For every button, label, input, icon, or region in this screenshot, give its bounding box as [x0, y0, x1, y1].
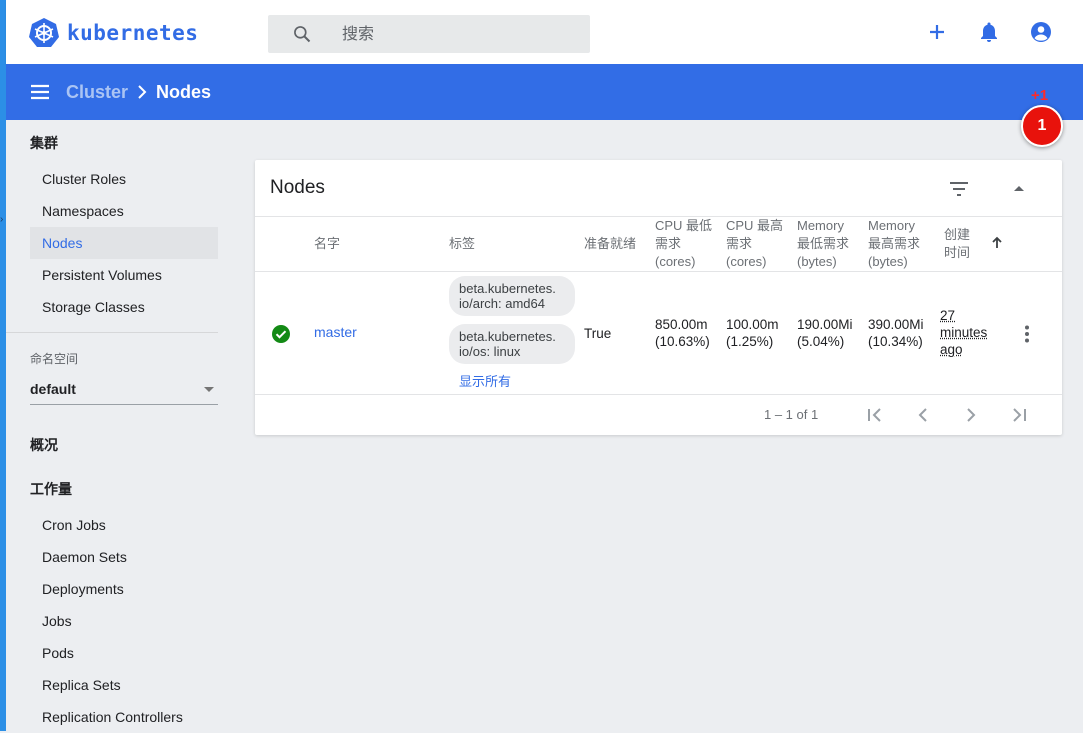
header-line: 时间: [944, 245, 971, 260]
column-header-cpu-limits: CPU 最高 需求 (cores): [726, 217, 783, 271]
label-chip: beta.kubernetes. io/os: linux: [449, 324, 575, 364]
created-value[interactable]: 27 minutes ago: [940, 307, 987, 358]
menu-icon[interactable]: [28, 80, 52, 104]
header-line: Memory: [868, 218, 915, 233]
breadcrumb-current: Nodes: [156, 82, 212, 102]
header-line: (bytes): [868, 254, 908, 269]
search-box[interactable]: [268, 15, 590, 55]
cpu-limits-value: 100.00m (1.25%): [726, 316, 779, 350]
collapse-up-icon[interactable]: [1007, 177, 1031, 201]
namespace-value: default: [30, 381, 76, 397]
column-header-memory-requests: Memory 最低需求 (bytes): [797, 217, 849, 271]
sidebar-divider: [6, 332, 218, 333]
sidebar-item-pods[interactable]: Pods: [30, 637, 218, 669]
card-title: Nodes: [270, 177, 325, 198]
value-line: (5.04%): [797, 334, 845, 349]
bell-icon[interactable]: [977, 20, 1001, 44]
check-circle-icon: [272, 325, 290, 343]
sidebar-heading-workloads[interactable]: 工作量: [30, 479, 72, 499]
nodes-card: Nodes 名字 标签 准备就绪 CPU 最低 需求 (cores) CPU 最…: [255, 160, 1062, 435]
namespace-select[interactable]: default: [30, 374, 218, 405]
sidebar-item-replication-controllers[interactable]: Replication Controllers: [30, 701, 218, 733]
sidebar-item-jobs[interactable]: Jobs: [30, 605, 218, 637]
header-line: 需求: [655, 236, 682, 251]
column-header-name[interactable]: 名字: [314, 235, 340, 253]
breadcrumb-cluster[interactable]: Cluster: [66, 82, 128, 103]
column-header-divider: [255, 271, 1062, 272]
label-line: io/os: linux: [459, 344, 521, 359]
memory-limits-value: 390.00Mi (10.34%): [868, 316, 924, 350]
sidebar-item-replica-sets[interactable]: Replica Sets: [30, 669, 218, 701]
sidebar-item-namespaces[interactable]: Namespaces: [30, 195, 218, 227]
logo-text[interactable]: kubernetes: [67, 21, 198, 45]
sidebar-item-cluster-roles[interactable]: Cluster Roles: [30, 163, 218, 195]
cpu-requests-value: 850.00m (10.63%): [655, 316, 710, 350]
row-divider: [255, 394, 1062, 395]
header-line: CPU 最高: [726, 218, 784, 233]
filter-icon[interactable]: [947, 177, 971, 201]
column-header-ready[interactable]: 准备就绪: [584, 235, 636, 253]
header-line: (cores): [726, 254, 767, 269]
label-line: beta.kubernetes.: [459, 329, 556, 344]
sidebar: 集群 Cluster Roles Namespaces Nodes Persis…: [6, 120, 232, 731]
chevron-right-icon: [138, 85, 147, 99]
expand-arrow-icon[interactable]: ›: [0, 214, 3, 225]
breadcrumb-toolbar: Cluster Nodes +1: [6, 64, 1083, 120]
header-line: Memory: [797, 218, 844, 233]
namespace-label: 命名空间: [30, 352, 79, 366]
header-line: 最高需求: [868, 236, 921, 251]
value-line: 850.00m: [655, 317, 708, 332]
sidebar-item-persistent-volumes[interactable]: Persistent Volumes: [30, 259, 218, 291]
node-name-link[interactable]: master: [314, 324, 357, 340]
sidebar-item-cron-jobs[interactable]: Cron Jobs: [30, 509, 218, 541]
sidebar-heading-overview[interactable]: 概况: [30, 435, 58, 455]
value-line: (10.34%): [868, 334, 923, 349]
account-icon[interactable]: [1029, 20, 1053, 44]
value-line: 190.00Mi: [797, 317, 853, 332]
value-line: minutes: [940, 325, 988, 340]
label-chip: beta.kubernetes. io/arch: amd64: [449, 276, 575, 316]
notification-badge[interactable]: 1: [1021, 105, 1063, 147]
header-line: 创建: [944, 227, 971, 242]
header-line: CPU 最低: [655, 218, 713, 233]
kubernetes-logo-icon[interactable]: [28, 17, 60, 49]
column-header-labels: 标签: [449, 236, 476, 251]
header-line: 最低需求: [797, 236, 850, 251]
add-icon[interactable]: [925, 20, 949, 44]
value-line: (10.63%): [655, 334, 710, 349]
value-line: 390.00Mi: [868, 317, 924, 332]
plus-one-counter: +1: [1031, 87, 1049, 104]
memory-requests-value: 190.00Mi (5.04%): [797, 316, 853, 350]
search-input[interactable]: [340, 15, 574, 55]
sidebar-item-daemon-sets[interactable]: Daemon Sets: [30, 541, 218, 573]
last-page-icon[interactable]: [1007, 403, 1031, 427]
sort-arrow-up-icon[interactable]: [989, 235, 1005, 251]
column-header-created[interactable]: 创建 时间: [944, 226, 970, 262]
sidebar-item-deployments[interactable]: Deployments: [30, 573, 218, 605]
first-page-icon[interactable]: [863, 403, 887, 427]
search-icon: [294, 26, 311, 43]
sidebar-heading-cluster[interactable]: 集群: [30, 133, 58, 153]
sidebar-item-nodes[interactable]: Nodes: [30, 227, 218, 259]
more-vert-icon[interactable]: [1015, 322, 1039, 346]
caret-down-icon: [204, 387, 214, 392]
sidebar-item-storage-classes[interactable]: Storage Classes: [30, 291, 218, 323]
ready-value: True: [584, 326, 612, 341]
header-line: 需求: [726, 236, 753, 251]
top-bar: kubernetes: [6, 0, 1083, 64]
pagination-range: 1 – 1 of 1: [764, 407, 819, 422]
show-all-labels-link[interactable]: 显示所有: [459, 371, 511, 390]
label-line: io/arch: amd64: [459, 296, 545, 311]
header-line: (cores): [655, 254, 696, 269]
header-line: (bytes): [797, 254, 837, 269]
value-line: ago: [940, 342, 963, 357]
value-line: 100.00m: [726, 317, 779, 332]
value-line: 27: [940, 308, 956, 323]
value-line: (1.25%): [726, 334, 774, 349]
column-header-cpu-requests: CPU 最低 需求 (cores): [655, 217, 712, 271]
column-header-memory-limits: Memory 最高需求 (bytes): [868, 217, 920, 271]
label-line: beta.kubernetes.: [459, 281, 556, 296]
next-page-icon[interactable]: [959, 403, 983, 427]
previous-page-icon[interactable]: [911, 403, 935, 427]
